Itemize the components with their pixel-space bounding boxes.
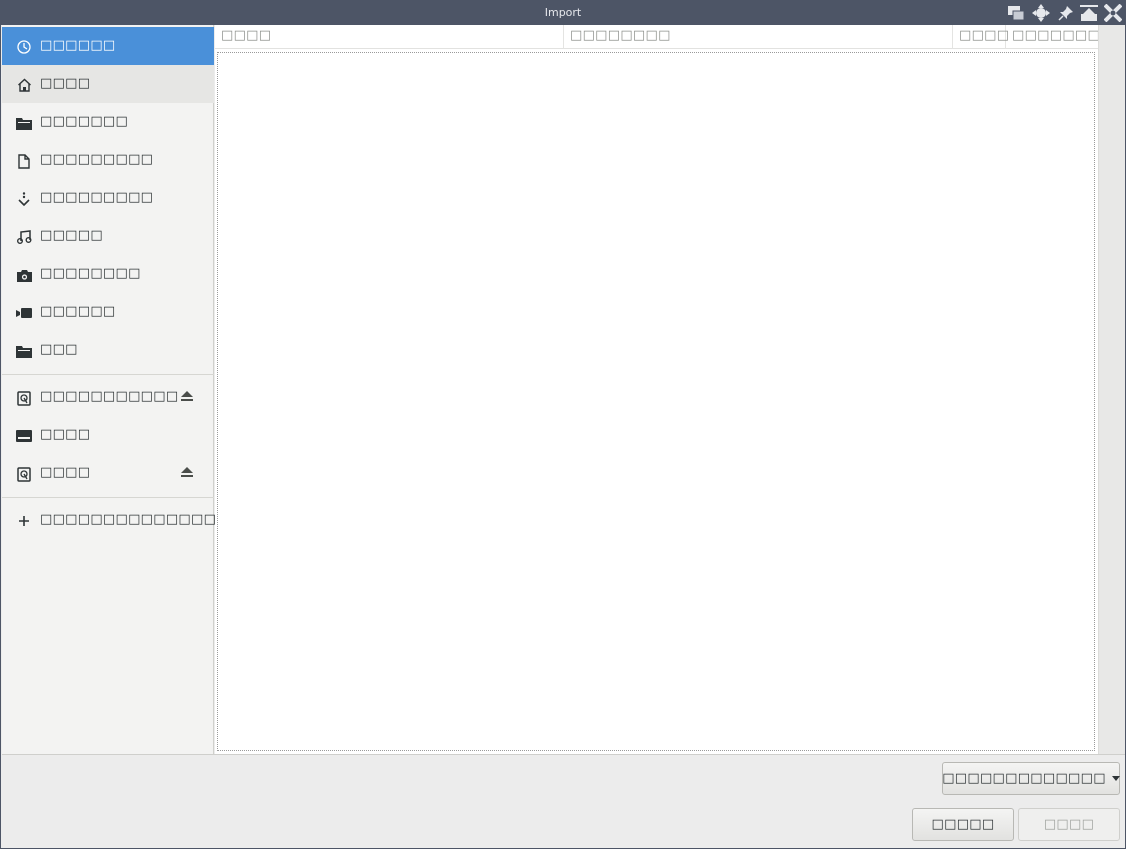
- column-header-name[interactable]: □□□□: [215, 25, 564, 49]
- close-icon: [1103, 3, 1122, 22]
- folder-icon: [16, 343, 32, 359]
- sidebar-item-label: □□□□□: [40, 228, 103, 243]
- shade-icon: [1079, 4, 1098, 21]
- title-bar: Import: [0, 0, 1126, 25]
- scrollbar[interactable]: [1098, 25, 1125, 754]
- move-icon: [1031, 3, 1050, 22]
- sidebar-item-downloads[interactable]: □□□□□□□□□: [2, 179, 214, 217]
- open-button[interactable]: □□□□: [1018, 808, 1120, 841]
- sidebar-item-label: □□□□: [40, 427, 91, 442]
- file-filter-combo[interactable]: □□□□□□□□□□□□□: [942, 762, 1120, 795]
- iconify-button[interactable]: [1006, 3, 1025, 22]
- file-list[interactable]: □□□□ □□□□□□□□ □□□□ □□□□□□□: [215, 25, 1100, 754]
- cancel-button[interactable]: □□□□□: [912, 808, 1014, 841]
- sidebar-item-volume-1[interactable]: □□□□□□□□□□□: [2, 378, 214, 416]
- camera-icon: [16, 267, 32, 283]
- home-icon: [16, 77, 32, 93]
- harddisk-icon: [16, 428, 32, 444]
- sidebar-item-volume-3[interactable]: □□□□: [2, 454, 214, 492]
- sidebar-separator: [2, 374, 214, 375]
- eject-icon[interactable]: [180, 390, 194, 404]
- dialog-footer: □□□□□□□□□□□□□ □□□□□ □□□□: [2, 754, 1125, 848]
- sidebar-separator: [2, 497, 214, 498]
- document-icon: [16, 153, 32, 169]
- sidebar-item-recent[interactable]: □□□□□□: [2, 27, 214, 65]
- sidebar-item-trash[interactable]: □□□: [2, 331, 214, 369]
- sidebar-item-volume-2[interactable]: □□□□: [2, 416, 214, 454]
- sidebar-item-label: □□□□□□: [40, 38, 116, 53]
- sidebar-item-music[interactable]: □□□□□: [2, 217, 214, 255]
- folder-icon: [16, 115, 32, 131]
- window-title: Import: [544, 6, 582, 19]
- sidebar-item-home[interactable]: □□□□: [2, 65, 214, 103]
- chevron-down-icon: [1111, 776, 1120, 781]
- sidebar-item-label: □□□□□□□□: [40, 266, 141, 281]
- sidebar-item-label: □□□□□□□□□: [40, 152, 154, 167]
- sidebar-item-label: □□□□: [40, 465, 91, 480]
- sidebar-item-label: □□□□□□: [40, 304, 116, 319]
- places-sidebar: □□□□□□ □□□□ □□□□□□□ □□□□□□□□□ □□□□□□□□□: [2, 25, 228, 754]
- sidebar-item-other-locations[interactable]: □□□□□□□□□□□□□□□: [2, 501, 228, 539]
- column-header-modified[interactable]: □□□□□□□: [1006, 25, 1100, 49]
- shade-button[interactable]: [1079, 3, 1098, 22]
- pin-icon: [1057, 5, 1073, 21]
- windows-icon: [1007, 5, 1024, 20]
- plus-icon: [16, 513, 32, 529]
- sidebar-item-label: □□□: [40, 342, 78, 357]
- clock-icon: [16, 39, 32, 55]
- move-button[interactable]: [1031, 3, 1050, 22]
- drive-icon: [16, 390, 32, 406]
- download-icon: [16, 191, 32, 207]
- drive-icon: [16, 466, 32, 482]
- video-icon: [16, 305, 32, 321]
- sidebar-item-desktop[interactable]: □□□□□□□: [2, 103, 214, 141]
- file-filter-label: □□□□□□□□□□□□□: [942, 771, 1106, 786]
- music-icon: [16, 229, 32, 245]
- sidebar-item-pictures[interactable]: □□□□□□□□: [2, 255, 214, 293]
- sidebar-item-label: □□□□: [40, 76, 91, 91]
- file-list-body[interactable]: [217, 52, 1095, 751]
- sidebar-item-label: □□□□□□□: [40, 114, 129, 129]
- sidebar-item-videos[interactable]: □□□□□□: [2, 293, 214, 331]
- sidebar-item-label: □□□□□□□□□□□□□□□: [40, 512, 229, 527]
- column-header-size[interactable]: □□□□: [953, 25, 1009, 49]
- pin-button[interactable]: [1056, 3, 1075, 22]
- column-header-location[interactable]: □□□□□□□□: [564, 25, 953, 49]
- sidebar-item-label: □□□□□□□□□: [40, 190, 154, 205]
- eject-icon[interactable]: [180, 466, 194, 480]
- sidebar-item-documents[interactable]: □□□□□□□□□: [2, 141, 214, 179]
- close-button[interactable]: [1103, 3, 1122, 22]
- sidebar-item-label: □□□□□□□□□□□: [40, 389, 179, 404]
- file-chooser-dialog: □□□□□□ □□□□ □□□□□□□ □□□□□□□□□ □□□□□□□□□: [0, 25, 1126, 849]
